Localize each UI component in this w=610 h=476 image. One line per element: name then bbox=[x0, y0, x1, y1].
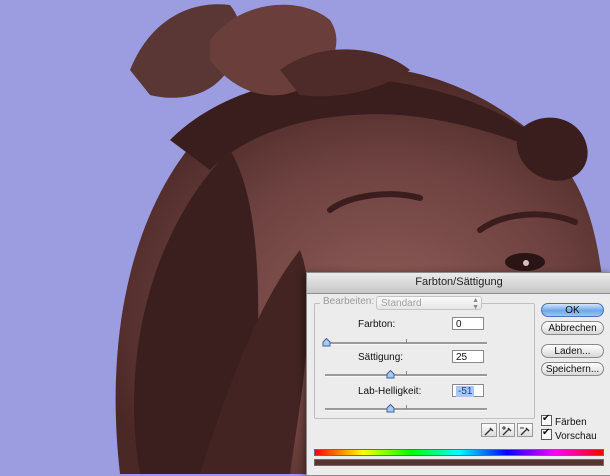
input-spectrum-bar bbox=[314, 449, 604, 456]
lightness-value: -51 bbox=[456, 386, 475, 397]
adjustment-group: Bearbeiten: Standard ▲ ▼ Farbton: 0 Sätti… bbox=[314, 296, 535, 419]
ok-button[interactable]: OK bbox=[541, 303, 604, 317]
edit-dropdown-value: Standard bbox=[381, 298, 422, 309]
preview-label: Vorschau bbox=[555, 431, 597, 442]
lightness-slider-center-tick bbox=[406, 405, 407, 409]
lightness-input[interactable]: -51 bbox=[452, 384, 484, 397]
dropdown-arrows-icon: ▲ ▼ bbox=[472, 297, 479, 311]
hue-label: Farbton: bbox=[358, 319, 396, 330]
hue-slider-thumb[interactable] bbox=[322, 338, 331, 347]
edit-dropdown[interactable]: Standard ▲ ▼ bbox=[376, 296, 482, 311]
preview-checkbox[interactable]: Vorschau bbox=[541, 427, 597, 442]
eyedropper-icon bbox=[484, 427, 494, 436]
eyedropper-plus-icon bbox=[502, 426, 512, 436]
load-button[interactable]: Laden... bbox=[541, 344, 604, 358]
eyedropper-subtract-button[interactable] bbox=[517, 423, 533, 437]
dialog-title: Farbton/Sättigung bbox=[415, 276, 503, 288]
eyedropper-button[interactable] bbox=[481, 423, 497, 437]
hue-input[interactable]: 0 bbox=[452, 317, 484, 330]
eyedropper-minus-icon bbox=[520, 427, 530, 436]
cancel-button[interactable]: Abbrechen bbox=[541, 321, 604, 335]
hue-slider-center-tick bbox=[406, 339, 407, 343]
eyedropper-add-button[interactable] bbox=[499, 423, 515, 437]
save-button[interactable]: Speichern... bbox=[541, 362, 604, 376]
colorize-label: Färben bbox=[555, 417, 587, 428]
edit-label: Bearbeiten: bbox=[320, 296, 378, 307]
lightness-label: Lab-Helligkeit: bbox=[358, 386, 422, 397]
saturation-slider-center-tick bbox=[406, 371, 407, 375]
dialog-titlebar[interactable]: Farbton/Sättigung bbox=[307, 273, 610, 294]
preview-check-icon bbox=[541, 427, 552, 440]
saturation-label: Sättigung: bbox=[358, 352, 404, 363]
colorize-check-icon bbox=[541, 413, 552, 426]
hue-saturation-dialog: Farbton/Sättigung Bearbeiten: Standard ▲… bbox=[306, 272, 610, 476]
output-color-bar bbox=[314, 459, 604, 466]
lightness-slider-thumb[interactable] bbox=[386, 404, 395, 413]
saturation-slider-thumb[interactable] bbox=[386, 370, 395, 379]
saturation-input[interactable]: 25 bbox=[452, 350, 484, 363]
